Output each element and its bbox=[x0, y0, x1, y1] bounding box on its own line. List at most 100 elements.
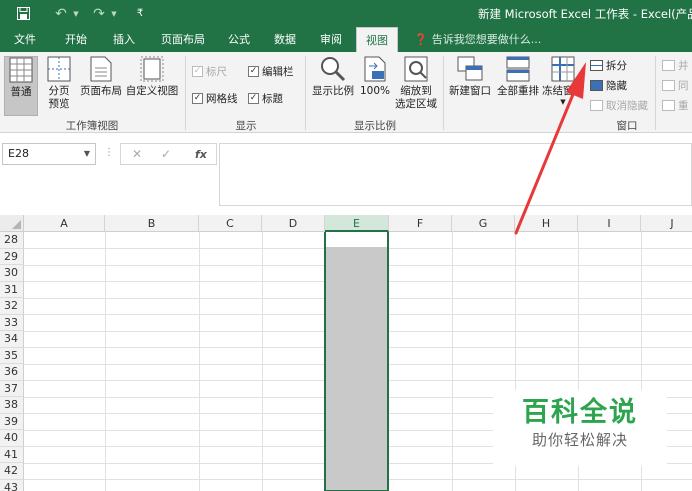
page-layout-label: 页面布局 bbox=[80, 85, 122, 97]
row-header[interactable]: 37 bbox=[0, 380, 24, 397]
custom-views-button[interactable]: 自定义视图 bbox=[125, 56, 179, 98]
hide-label: 隐藏 bbox=[606, 80, 627, 92]
ruler-checkbox[interactable]: ✓ 标尺 bbox=[192, 64, 227, 79]
column-header-e[interactable]: E bbox=[325, 215, 389, 232]
magnifier-icon bbox=[321, 57, 346, 82]
page-break-label-2: 预览 bbox=[48, 98, 70, 110]
row-header[interactable]: 29 bbox=[0, 248, 24, 265]
tab-data[interactable]: 数据 bbox=[268, 27, 302, 52]
view-side-by-side-button[interactable]: 并 bbox=[662, 58, 689, 73]
tab-home[interactable]: 开始 bbox=[58, 27, 94, 52]
name-box[interactable]: E28 ▼ bbox=[2, 143, 96, 165]
zoom-100-button[interactable]: 100% bbox=[358, 56, 392, 98]
tab-file[interactable]: 文件 bbox=[8, 27, 42, 52]
group-separator bbox=[305, 56, 306, 130]
selected-column-border bbox=[324, 232, 389, 491]
tell-me-box[interactable]: ❓ 告诉我您想要做什么... bbox=[414, 27, 541, 52]
unhide-button[interactable]: 取消隐藏 bbox=[590, 98, 648, 113]
freeze-panes-icon bbox=[551, 56, 575, 82]
enter-icon[interactable]: ✓ bbox=[161, 147, 171, 161]
undo-dropdown-icon[interactable]: ▼ bbox=[72, 4, 80, 23]
custom-views-icon bbox=[140, 56, 164, 82]
formula-input[interactable] bbox=[219, 143, 692, 206]
formula-bar-checkbox[interactable]: ✓ 编辑栏 bbox=[248, 64, 294, 79]
zoom-button[interactable]: 显示比例 bbox=[310, 56, 356, 98]
name-box-dropdown-icon[interactable]: ▼ bbox=[84, 144, 90, 164]
row-header[interactable]: 43 bbox=[0, 479, 24, 491]
split-label: 拆分 bbox=[606, 60, 627, 72]
page-break-preview-button[interactable]: 分页 预览 bbox=[44, 56, 74, 111]
headings-check-icon: ✓ bbox=[248, 93, 259, 104]
gridline bbox=[199, 232, 200, 491]
redo-dropdown-icon[interactable]: ▼ bbox=[110, 4, 118, 23]
watermark-subtitle: 助你轻松解决 bbox=[531, 431, 628, 449]
column-header-i[interactable]: I bbox=[578, 215, 641, 232]
zoom-sel-label-1: 缩放到 bbox=[400, 85, 432, 97]
select-all-corner[interactable] bbox=[0, 215, 24, 232]
gridline bbox=[452, 232, 453, 491]
column-header-d[interactable]: D bbox=[262, 215, 325, 232]
tab-formulas[interactable]: 公式 bbox=[222, 27, 256, 52]
row-header[interactable]: 42 bbox=[0, 463, 24, 480]
sync-scroll-button[interactable]: 同 bbox=[662, 78, 689, 93]
arrange-all-button[interactable]: 全部重排 bbox=[496, 56, 540, 98]
row-header[interactable]: 33 bbox=[0, 314, 24, 331]
gridlines-checkbox[interactable]: ✓ 网格线 bbox=[192, 91, 238, 106]
column-header-f[interactable]: F bbox=[389, 215, 452, 232]
save-icon[interactable] bbox=[13, 4, 33, 23]
customize-qat-icon[interactable]: ₹ bbox=[134, 4, 146, 23]
tab-view[interactable]: 视图 bbox=[356, 27, 398, 52]
row-header[interactable]: 36 bbox=[0, 364, 24, 381]
zoom-sel-label-2: 选定区域 bbox=[395, 98, 437, 110]
redo-icon[interactable]: ↷ bbox=[90, 4, 108, 23]
reset-position-icon bbox=[662, 100, 675, 111]
unhide-icon bbox=[590, 100, 603, 111]
row-header[interactable]: 30 bbox=[0, 265, 24, 282]
row-header[interactable]: 39 bbox=[0, 413, 24, 430]
tab-insert[interactable]: 插入 bbox=[107, 27, 141, 52]
insert-function-icon[interactable]: fx bbox=[195, 148, 207, 161]
row-header[interactable]: 35 bbox=[0, 347, 24, 364]
page-layout-view-button[interactable]: 页面布局 bbox=[78, 56, 124, 98]
column-header-j[interactable]: J bbox=[641, 215, 692, 232]
hide-button[interactable]: 隐藏 bbox=[590, 78, 627, 93]
row-header[interactable]: 34 bbox=[0, 331, 24, 348]
tab-review[interactable]: 审阅 bbox=[314, 27, 348, 52]
column-header-g[interactable]: G bbox=[452, 215, 515, 232]
reset-position-button[interactable]: 重 bbox=[662, 98, 689, 113]
tab-page-layout[interactable]: 页面布局 bbox=[155, 27, 211, 52]
excel-window: ↶ ▼ ↷ ▼ ₹ 新建 Microsoft Excel 工作表 - Excel… bbox=[0, 0, 692, 491]
normal-view-icon bbox=[9, 57, 33, 83]
column-header-h[interactable]: H bbox=[515, 215, 578, 232]
freeze-panes-button[interactable]: 冻结窗格 ▼ bbox=[541, 56, 585, 106]
undo-icon[interactable]: ↶ bbox=[52, 4, 70, 23]
formula-bar-resize-handle[interactable]: ⋮ bbox=[104, 147, 114, 158]
row-header[interactable]: 28 bbox=[0, 232, 24, 249]
arrange-all-icon bbox=[506, 56, 530, 82]
show-group-label: 显示 bbox=[235, 120, 257, 132]
column-header-b[interactable]: B bbox=[105, 215, 199, 232]
group-separator bbox=[185, 56, 186, 130]
new-window-label: 新建窗口 bbox=[449, 85, 491, 97]
row-header[interactable]: 41 bbox=[0, 446, 24, 463]
zoom-to-selection-button[interactable]: 缩放到 选定区域 bbox=[394, 56, 438, 111]
headings-checkbox[interactable]: ✓ 标题 bbox=[248, 91, 283, 106]
new-window-button[interactable]: 新建窗口 bbox=[447, 56, 493, 98]
gridlines-check-icon: ✓ bbox=[192, 93, 203, 104]
row-header[interactable]: 31 bbox=[0, 281, 24, 298]
window-group-label: 窗口 bbox=[616, 120, 638, 132]
cancel-icon[interactable]: ✕ bbox=[132, 147, 142, 161]
normal-view-button[interactable]: 普通 bbox=[4, 56, 38, 116]
title-bar: ↶ ▼ ↷ ▼ ₹ 新建 Microsoft Excel 工作表 - Excel… bbox=[0, 0, 692, 27]
row-header[interactable]: 40 bbox=[0, 430, 24, 447]
split-button[interactable]: 拆分 bbox=[590, 58, 627, 73]
side-by-side-icon bbox=[662, 60, 675, 71]
row-header[interactable]: 32 bbox=[0, 298, 24, 315]
row-header[interactable]: 38 bbox=[0, 397, 24, 414]
column-header-c[interactable]: C bbox=[199, 215, 262, 232]
ruler-check-icon: ✓ bbox=[192, 66, 203, 77]
sync-scroll-icon bbox=[662, 80, 675, 91]
column-header-a[interactable]: A bbox=[24, 215, 105, 232]
watermark: 百科全说 助你轻松解决 bbox=[493, 390, 667, 466]
gridlines-label: 网格线 bbox=[206, 93, 238, 105]
